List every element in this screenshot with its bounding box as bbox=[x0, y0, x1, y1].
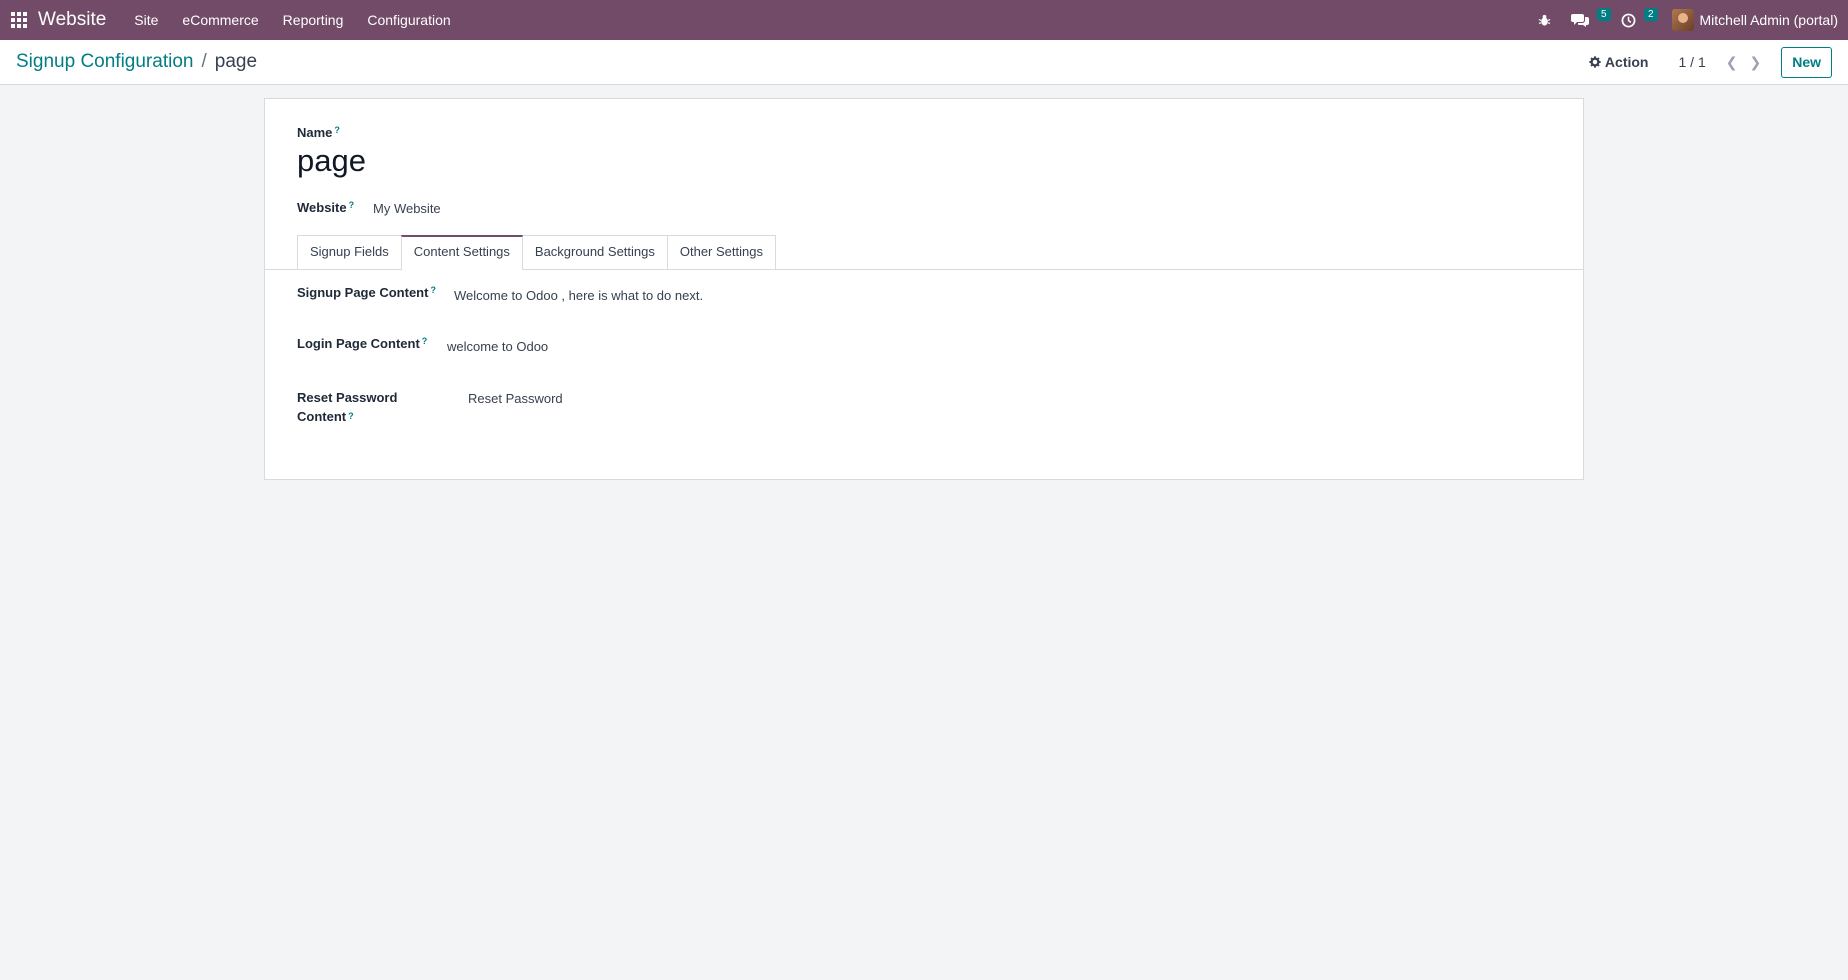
name-label-text: Name bbox=[297, 125, 333, 140]
login-content-help-icon[interactable]: ? bbox=[422, 336, 428, 346]
main-menu: Site eCommerce Reporting Configuration bbox=[122, 0, 462, 40]
messages-count-badge: 5 bbox=[1596, 8, 1611, 21]
breadcrumb-current: page bbox=[214, 51, 258, 72]
debug-bug-icon[interactable] bbox=[1528, 0, 1561, 40]
website-help-icon[interactable]: ? bbox=[349, 200, 355, 210]
website-label-text: Website bbox=[297, 200, 347, 215]
breadcrumb: Signup Configuration / page bbox=[0, 51, 257, 73]
menu-item-site[interactable]: Site bbox=[122, 0, 170, 40]
login-page-content-value[interactable]: welcome to Odoo bbox=[447, 339, 548, 354]
signup-page-content-label: Signup Page Content? bbox=[297, 285, 436, 300]
messages-chat-icon[interactable]: 5 bbox=[1561, 0, 1611, 40]
activities-count-badge: 2 bbox=[1643, 8, 1658, 21]
control-panel-right: Action 1 / 1 ❮ ❯ New bbox=[1589, 46, 1848, 78]
action-label: Action bbox=[1604, 54, 1649, 70]
menu-item-ecommerce[interactable]: eCommerce bbox=[170, 0, 270, 40]
new-button[interactable]: New bbox=[1781, 46, 1832, 78]
tab-other-settings[interactable]: Other Settings bbox=[666, 235, 776, 269]
app-brand[interactable]: Website bbox=[38, 9, 106, 31]
tab-signup-fields[interactable]: Signup Fields bbox=[297, 235, 402, 269]
name-field-value[interactable]: page bbox=[297, 143, 366, 179]
breadcrumb-parent-link[interactable]: Signup Configuration bbox=[16, 51, 193, 73]
top-navbar: Website Site eCommerce Reporting Configu… bbox=[0, 0, 1848, 40]
action-menu-button[interactable]: Action bbox=[1589, 54, 1649, 70]
form-tabs: Signup Fields Content Settings Backgroun… bbox=[297, 235, 776, 270]
name-help-icon[interactable]: ? bbox=[334, 125, 340, 135]
website-field-label: Website? bbox=[297, 200, 354, 215]
reset-password-label-line2: Content bbox=[297, 409, 347, 424]
systray: 5 2 Mitchell Admin (portal) bbox=[1528, 0, 1848, 40]
reset-password-content-label: Reset Password Content? bbox=[297, 388, 397, 426]
signup-page-content-value[interactable]: Welcome to Odoo , here is what to do nex… bbox=[454, 288, 703, 303]
menu-item-reporting[interactable]: Reporting bbox=[271, 0, 356, 40]
reset-password-content-value[interactable]: Reset Password bbox=[468, 391, 563, 406]
apps-menu-icon[interactable] bbox=[0, 0, 38, 40]
pager-value[interactable]: 1 / 1 bbox=[1678, 54, 1705, 70]
tab-content-settings[interactable]: Content Settings bbox=[400, 235, 523, 270]
gear-icon bbox=[1589, 56, 1601, 68]
breadcrumb-separator: / bbox=[201, 51, 207, 72]
avatar bbox=[1671, 9, 1694, 31]
website-field-value[interactable]: My Website bbox=[373, 201, 441, 216]
name-field-label: Name? bbox=[297, 125, 340, 140]
user-menu[interactable]: Mitchell Admin (portal) bbox=[1658, 9, 1839, 31]
signup-page-content-label-text: Signup Page Content bbox=[297, 285, 429, 300]
tab-background-settings[interactable]: Background Settings bbox=[521, 235, 668, 269]
user-name: Mitchell Admin (portal) bbox=[1699, 12, 1839, 28]
signup-content-help-icon[interactable]: ? bbox=[430, 285, 436, 295]
login-page-content-label: Login Page Content? bbox=[297, 336, 427, 351]
control-panel: Signup Configuration / page Action 1 / 1… bbox=[0, 40, 1848, 85]
reset-content-help-icon[interactable]: ? bbox=[348, 411, 354, 421]
form-sheet: Name? page Website? My Website Signup Fi… bbox=[264, 98, 1584, 480]
reset-password-label-line1: Reset Password bbox=[297, 390, 398, 405]
pager-previous-icon[interactable]: ❮ bbox=[1726, 54, 1738, 71]
login-page-content-label-text: Login Page Content bbox=[297, 336, 420, 351]
menu-item-configuration[interactable]: Configuration bbox=[355, 0, 462, 40]
activities-clock-icon[interactable]: 2 bbox=[1611, 0, 1658, 40]
pager-next-icon[interactable]: ❯ bbox=[1749, 54, 1761, 71]
